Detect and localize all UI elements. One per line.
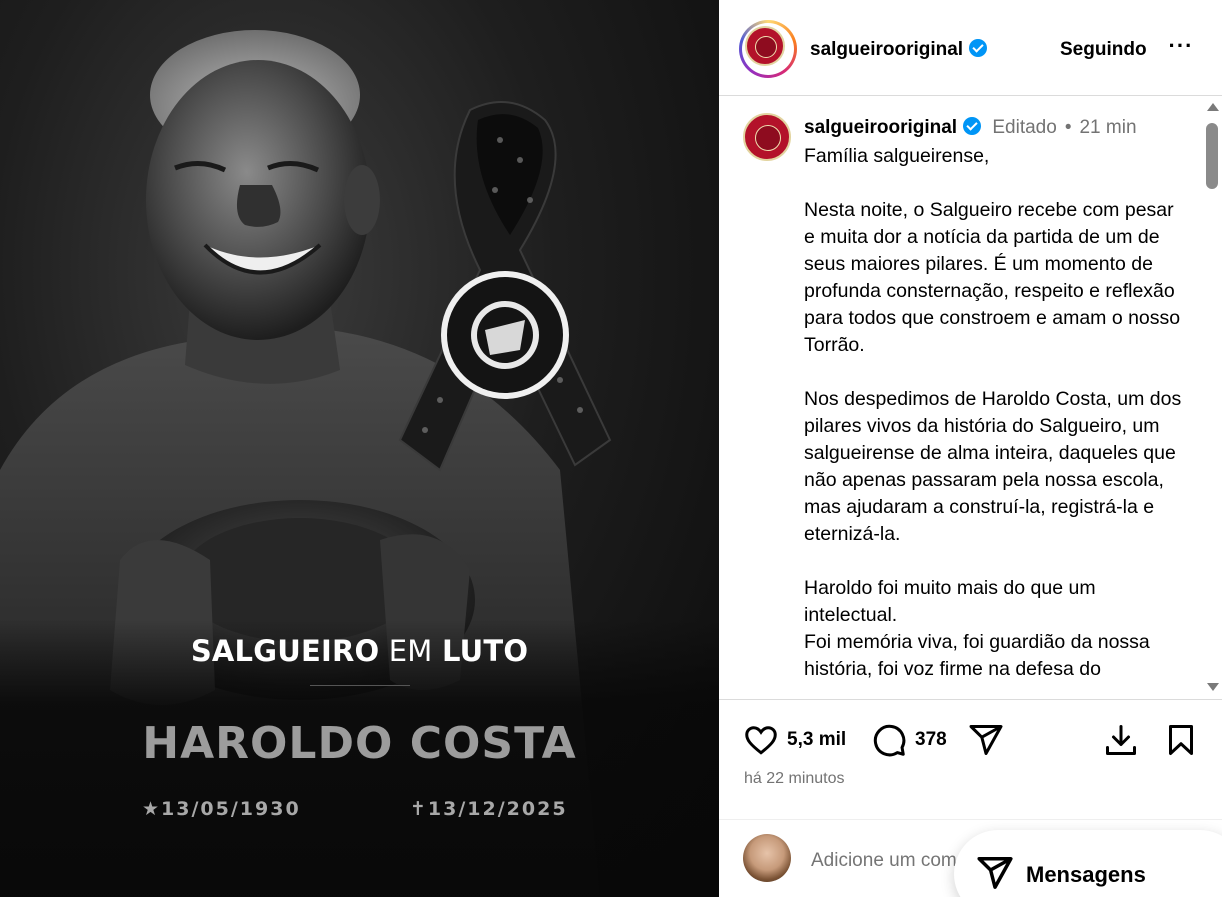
paper-plane-icon [977,857,1013,889]
post-age-label[interactable]: há 22 minutos [744,770,845,788]
club-logo-icon [745,26,785,66]
like-count[interactable]: 5,3 mil [787,729,846,751]
edited-label: Editado [992,117,1057,138]
caption-meta: salgueirooriginal Editado • 21 min [804,117,1137,139]
death-date: ✝13/12/2025 [410,798,568,820]
speech-bubble-icon [873,724,906,757]
mourning-headline: SALGUEIRO EM LUTO [190,634,529,668]
following-button[interactable]: Seguindo [1060,39,1147,61]
comment-count: 378 [915,729,947,750]
share-button[interactable] [968,722,1004,758]
post-image[interactable]: SALGUEIRO EM LUTO HAROLDO COSTA ★13/05/1… [0,0,719,897]
bookmark-icon [1169,725,1193,755]
scroll-up-arrow-icon[interactable] [1207,103,1219,111]
messages-button[interactable]: Mensagens [954,830,1222,897]
meta-separator: • [1064,117,1072,138]
post-side-panel: salgueirooriginal Seguindo ··· salgueiro… [719,0,1222,897]
more-options-icon[interactable]: ··· [1166,33,1196,63]
headline-divider [310,685,410,686]
post-actions-bar: 5,3 mil 378 há 22 minutos [719,699,1222,819]
save-button[interactable] [1163,722,1199,758]
instagram-post-view: SALGUEIRO EM LUTO HAROLDO COSTA ★13/05/1… [0,0,1222,897]
download-icon [1106,725,1136,755]
verified-badge-icon [969,39,988,57]
post-time-link[interactable]: 21 min [1079,117,1136,138]
comment-button[interactable]: 378 [871,722,947,758]
club-logo-icon [743,113,791,161]
caption-avatar[interactable] [743,113,791,161]
header-username-link[interactable]: salgueirooriginal [810,39,988,61]
verified-badge-icon [963,117,982,135]
paper-plane-icon [969,725,1003,755]
caption-scroll-area[interactable]: salgueirooriginal Editado • 21 min Família… [719,97,1222,699]
birth-date: ★13/05/1930 [142,798,301,820]
current-user-avatar [743,834,791,882]
download-button[interactable] [1103,722,1139,758]
like-button[interactable]: 5,3 mil [743,722,846,758]
heart-icon [745,726,777,755]
messages-label: Mensagens [1026,862,1146,887]
caption-username-link[interactable]: salgueirooriginal [804,117,957,138]
caption-text: Família salgueirense, Nesta noite, o Sal… [804,145,1182,680]
scroll-thumb[interactable] [1206,123,1218,189]
caption-scrollbar[interactable] [1203,97,1221,699]
post-header: salgueirooriginal Seguindo ··· [719,0,1222,96]
honoree-name: HAROLDO COSTA [142,718,577,769]
scroll-down-arrow-icon[interactable] [1207,683,1219,691]
story-ring-avatar[interactable] [739,20,797,78]
comment-input[interactable] [811,848,971,874]
